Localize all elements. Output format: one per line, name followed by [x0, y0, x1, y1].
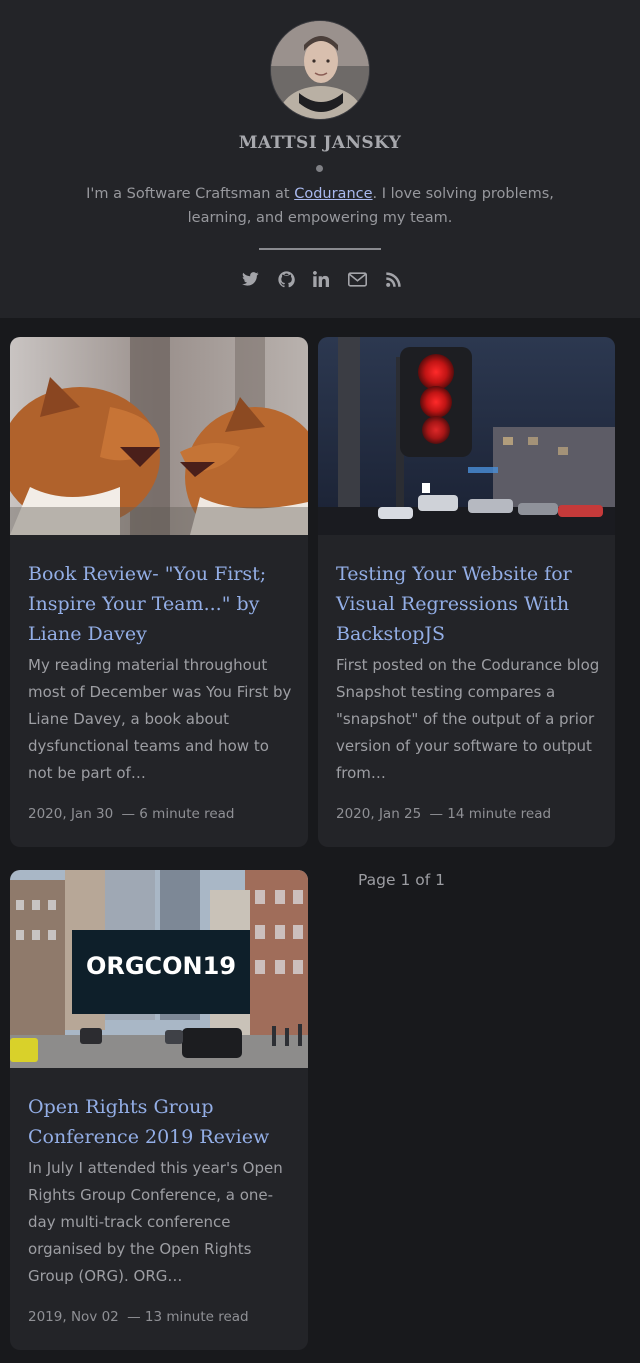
post-excerpt: In July I attended this year's Open Righ… [28, 1159, 283, 1285]
avatar-photo [271, 21, 369, 119]
social-links [240, 268, 410, 290]
post-read-time: — 14 minute read [429, 806, 552, 822]
post-excerpt: First posted on the Codurance blog Snaps… [336, 656, 600, 782]
bio-text-prefix: I'm a Software Craftsman at [86, 186, 295, 202]
post-card-body: Open Rights Group Conference 2019 Review… [28, 1092, 294, 1290]
post-card-body: Testing Your Website for Visual Regressi… [336, 559, 602, 787]
post-title[interactable]: Book Review- "You First; Inspire Your Te… [28, 559, 294, 649]
pagination-label: Page 1 of 1 [358, 871, 445, 889]
post-meta: 2020, Jan 30 — 6 minute read [28, 806, 235, 822]
orgcon-street-photo[interactable]: ORGCON19 [10, 870, 308, 1068]
post-title[interactable]: Open Rights Group Conference 2019 Review [28, 1092, 294, 1152]
post-meta: 2019, Nov 02 — 13 minute read [28, 1309, 249, 1325]
post-card-body: Book Review- "You First; Inspire Your Te… [28, 559, 294, 787]
post-read-time: — 13 minute read [127, 1309, 249, 1325]
post-date: 2020, Jan 25 [336, 806, 422, 822]
header-divider [259, 248, 381, 250]
post-meta: 2020, Jan 25 — 14 minute read [336, 806, 551, 822]
github-icon[interactable] [276, 268, 296, 290]
avatar[interactable] [270, 20, 370, 120]
post-date: 2019, Nov 02 [28, 1309, 119, 1325]
post-read-time: — 6 minute read [121, 806, 235, 822]
site-bio: I'm a Software Craftsman at Codurance. I… [80, 182, 560, 230]
orgcon-logo-text: ORGCON19 [86, 952, 236, 980]
post-title[interactable]: Testing Your Website for Visual Regressi… [336, 559, 602, 649]
two-foxes-photo[interactable] [10, 337, 308, 535]
post-excerpt: My reading material throughout most of D… [28, 656, 292, 782]
title-dot [316, 165, 323, 172]
email-icon[interactable] [347, 268, 367, 290]
site-header: MATTSI JANSKY I'm a Software Craftsman a… [0, 0, 640, 318]
post-card[interactable]: Book Review- "You First; Inspire Your Te… [10, 337, 308, 847]
traffic-light-photo[interactable] [318, 337, 615, 535]
rss-icon[interactable] [383, 268, 403, 290]
post-card[interactable]: ORGCON19 Open Rights Group Conference 20… [10, 870, 308, 1350]
post-card[interactable]: Testing Your Website for Visual Regressi… [318, 337, 615, 847]
linkedin-icon[interactable] [311, 268, 331, 290]
twitter-icon[interactable] [240, 268, 260, 290]
post-date: 2020, Jan 30 [28, 806, 114, 822]
codurance-link[interactable]: Codurance [294, 186, 372, 202]
site-title[interactable]: MATTSI JANSKY [0, 133, 640, 153]
